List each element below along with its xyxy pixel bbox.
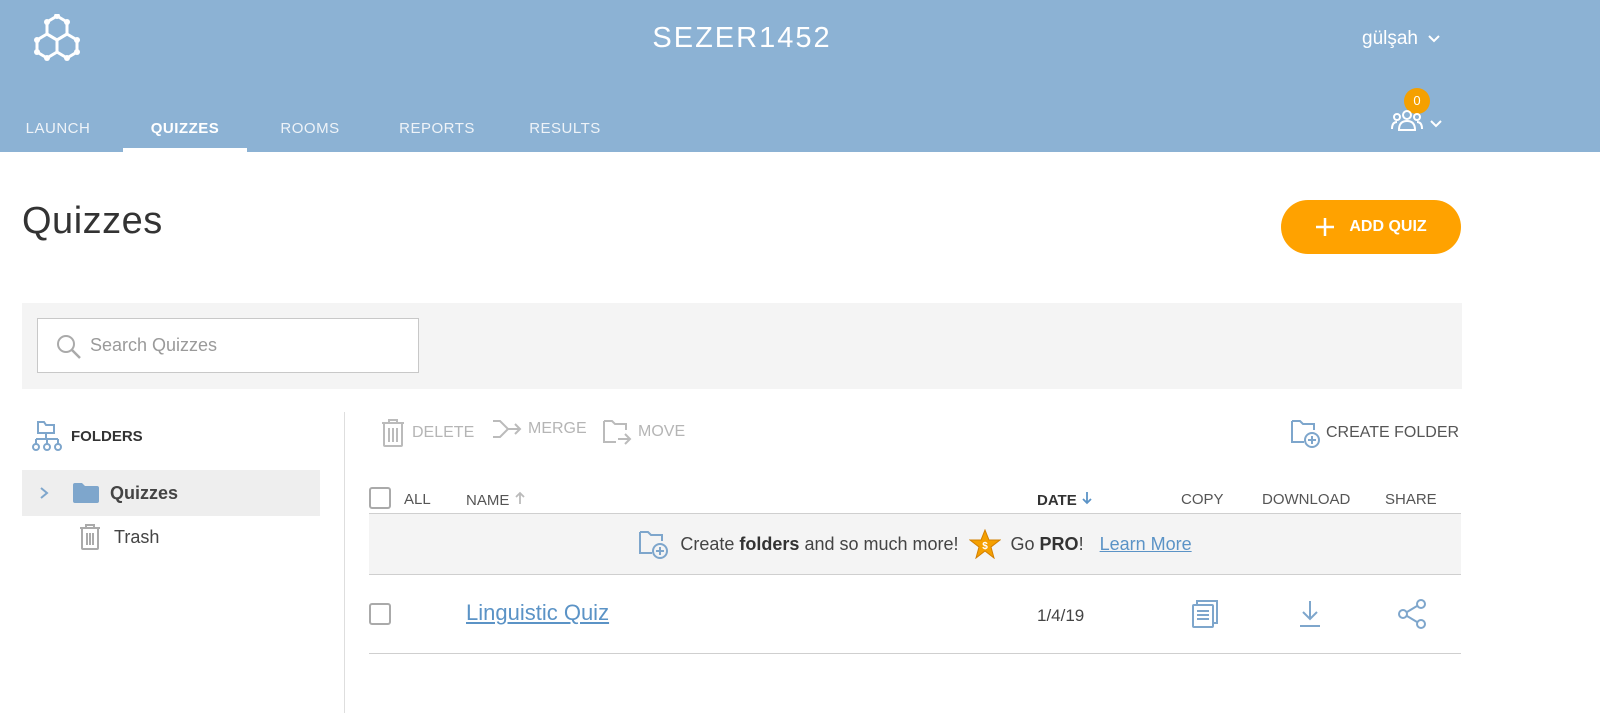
select-all-checkbox[interactable] xyxy=(369,487,391,509)
user-menu[interactable]: gülşah xyxy=(1362,28,1440,50)
search-icon xyxy=(57,335,81,359)
column-header-name[interactable]: NAME xyxy=(466,491,526,509)
column-header-copy: COPY xyxy=(1181,491,1224,508)
tab-quizzes[interactable]: QUIZZES xyxy=(123,112,247,152)
delete-button[interactable]: DELETE xyxy=(380,418,474,448)
promo-text: Create folders and so much more! xyxy=(680,533,959,554)
learn-more-link[interactable]: Learn More xyxy=(1100,534,1192,555)
add-quiz-button[interactable]: ADD QUIZ xyxy=(1281,200,1461,254)
room-name: SEZER1452 xyxy=(652,22,832,54)
row-checkbox[interactable] xyxy=(369,603,391,625)
promo-divider xyxy=(369,574,1461,575)
column-header-share: SHARE xyxy=(1385,491,1437,508)
svg-text:$: $ xyxy=(982,541,988,552)
search-input[interactable] xyxy=(90,319,410,372)
chevron-down-icon xyxy=(1430,120,1442,128)
page-title: Quizzes xyxy=(22,200,163,242)
tab-rooms[interactable]: ROOMS xyxy=(247,112,373,152)
students-icon xyxy=(1391,110,1423,131)
folder-icon xyxy=(73,483,99,503)
column-header-all: ALL xyxy=(404,491,431,508)
row-divider xyxy=(369,653,1461,654)
delete-label: DELETE xyxy=(412,424,475,441)
merge-icon xyxy=(493,420,522,438)
move-folder-icon xyxy=(603,420,632,445)
download-icon[interactable] xyxy=(1294,598,1326,630)
tab-results[interactable]: RESULTS xyxy=(501,112,629,152)
sort-arrow-down-icon xyxy=(1082,492,1092,505)
chevron-down-icon xyxy=(1428,35,1440,43)
plus-icon xyxy=(1316,218,1335,236)
search-box xyxy=(37,318,419,373)
quiz-name-link[interactable]: Linguistic Quiz xyxy=(466,600,609,626)
trash-icon xyxy=(80,524,100,550)
folder-label: Trash xyxy=(114,526,160,547)
folder-item-trash[interactable]: Trash xyxy=(22,514,320,560)
column-header-date-label: DATE xyxy=(1037,492,1077,509)
panel-divider xyxy=(344,412,345,713)
create-folder-icon xyxy=(639,531,669,559)
user-name: gülşah xyxy=(1362,28,1418,49)
column-header-name-label: NAME xyxy=(466,492,510,509)
column-header-date[interactable]: DATE xyxy=(1037,491,1093,509)
students-menu[interactable]: 0 xyxy=(1388,86,1448,136)
move-button[interactable]: MOVE xyxy=(602,418,685,446)
tab-launch[interactable]: LAUNCH xyxy=(0,112,116,152)
column-header-download: DOWNLOAD xyxy=(1262,491,1351,508)
folders-heading-label: FOLDERS xyxy=(71,427,143,445)
pro-star-icon: $ xyxy=(968,529,1001,559)
search-bar-area xyxy=(22,303,1462,389)
top-header: SEZER1452 gülşah LAUNCH QUIZZES ROOMS RE… xyxy=(0,0,1600,152)
share-icon[interactable] xyxy=(1396,598,1428,630)
quiz-date: 1/4/19 xyxy=(1037,606,1085,625)
pro-promo-banner: Create folders and so much more! $ Go PR… xyxy=(369,514,1461,574)
trash-icon xyxy=(382,419,404,447)
add-quiz-label: ADD QUIZ xyxy=(1349,218,1427,235)
create-folder-label: CREATE FOLDER xyxy=(1326,424,1460,441)
merge-button[interactable]: MERGE xyxy=(492,418,587,440)
merge-label: MERGE xyxy=(528,420,587,437)
sort-arrow-up-icon xyxy=(514,491,525,504)
promo-go-pro: Go PRO! xyxy=(1010,533,1084,554)
main-nav: LAUNCH QUIZZES ROOMS REPORTS RESULTS xyxy=(0,112,629,152)
move-label: MOVE xyxy=(638,423,686,440)
chevron-right-icon[interactable] xyxy=(38,486,50,500)
create-folder-button[interactable]: CREATE FOLDER xyxy=(1290,418,1459,448)
copy-icon[interactable] xyxy=(1189,598,1221,630)
create-folder-icon xyxy=(1291,420,1320,448)
folder-item-quizzes[interactable]: Quizzes xyxy=(22,470,320,516)
folder-label: Quizzes xyxy=(110,482,179,503)
folder-tree-icon xyxy=(32,421,62,451)
tab-reports[interactable]: REPORTS xyxy=(373,112,501,152)
folders-heading: FOLDERS xyxy=(32,420,143,452)
